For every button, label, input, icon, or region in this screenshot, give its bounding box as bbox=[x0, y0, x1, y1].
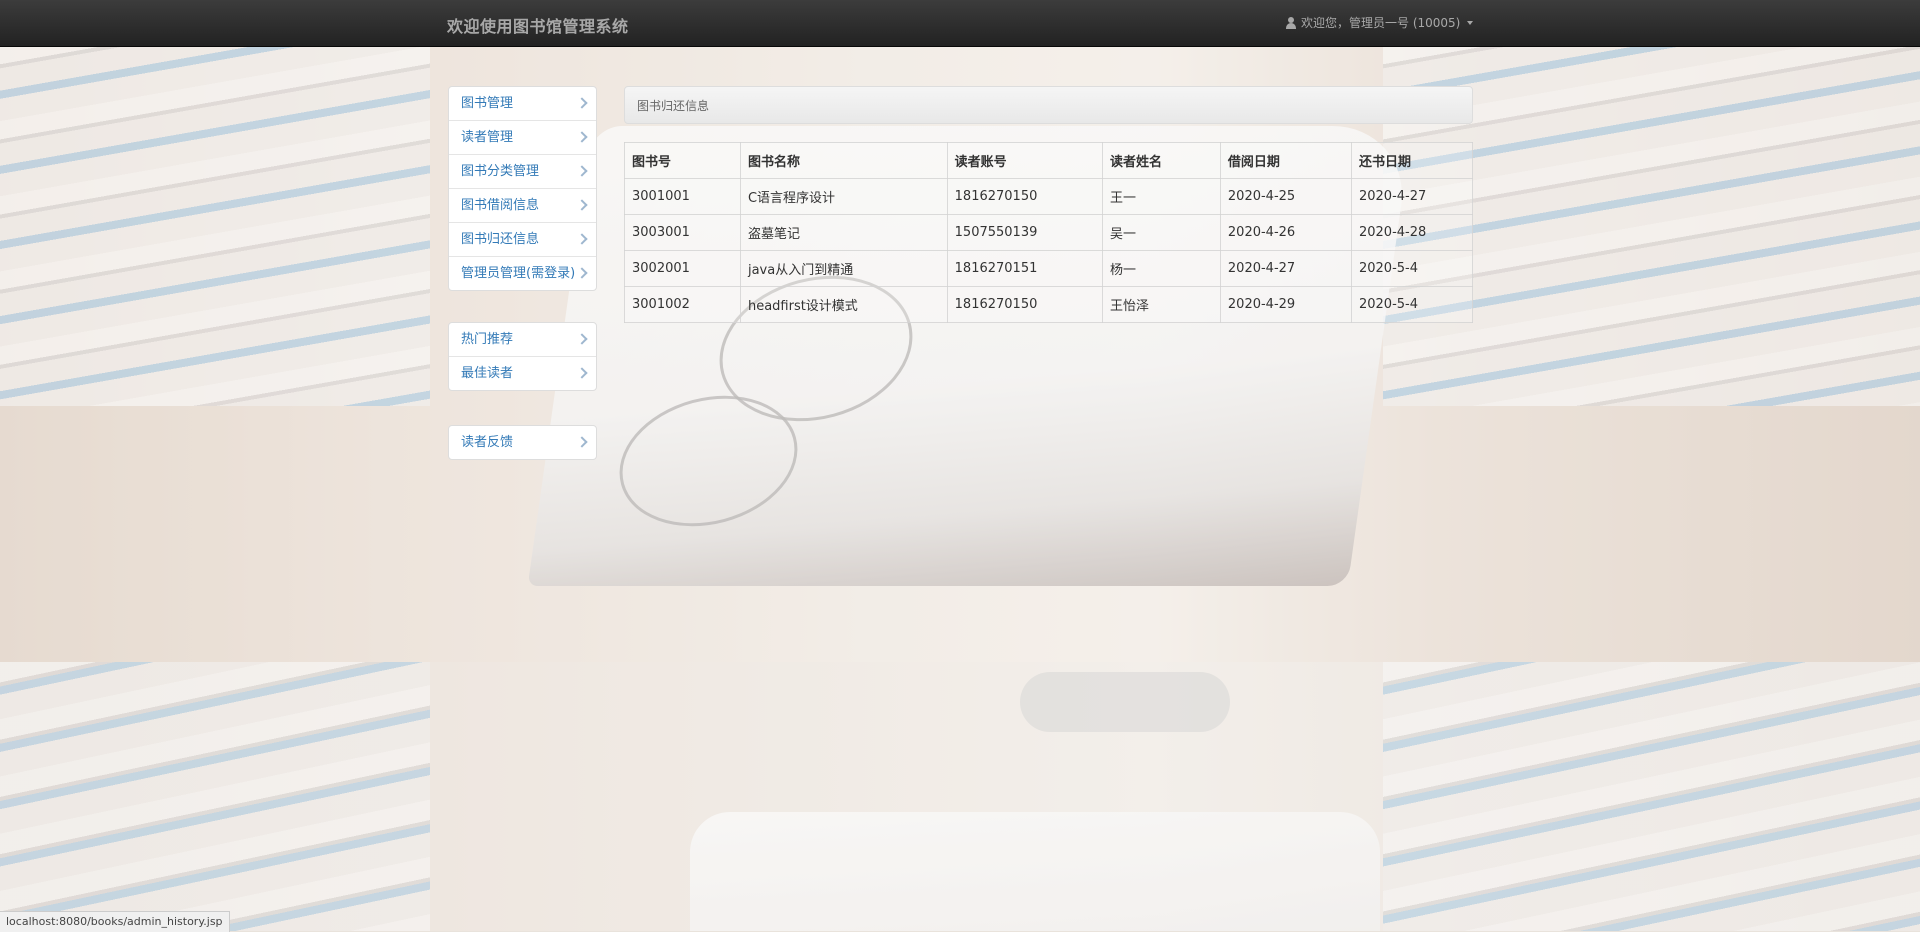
cell-reader-name: 王一 bbox=[1101, 178, 1221, 215]
cell-reader-account: 1816270150 bbox=[946, 286, 1103, 323]
user-icon bbox=[1285, 16, 1297, 29]
chevron-right-icon bbox=[576, 199, 588, 211]
caret-down-icon bbox=[1467, 20, 1474, 25]
sidebar-group-feedback: 读者反馈 bbox=[448, 425, 597, 460]
sidebar-group-recommend: 热门推荐 最佳读者 bbox=[448, 322, 597, 391]
sidebar-item-borrow-info[interactable]: 图书借阅信息 bbox=[449, 188, 596, 222]
cell-reader-account: 1507550139 bbox=[946, 214, 1103, 251]
chevron-right-icon bbox=[576, 267, 588, 279]
sidebar-item-best-reader[interactable]: 最佳读者 bbox=[449, 356, 596, 390]
panel-title: 图书归还信息 bbox=[637, 99, 710, 113]
cell-reader-name: 王怡泽 bbox=[1101, 286, 1221, 323]
chevron-right-icon bbox=[576, 233, 588, 245]
cell-return-date: 2020-5-4 bbox=[1350, 286, 1474, 323]
cell-return-date: 2020-4-28 bbox=[1350, 214, 1474, 251]
cell-book-name: java从入门到精通 bbox=[739, 250, 948, 287]
cell-book-id: 3002001 bbox=[624, 250, 741, 287]
chevron-right-icon bbox=[576, 367, 588, 379]
user-greeting: 欢迎您，管理员一号 (10005) bbox=[1301, 16, 1461, 30]
cell-borrow-date: 2020-4-27 bbox=[1219, 250, 1352, 287]
cell-book-name: C语言程序设计 bbox=[739, 178, 948, 215]
chevron-right-icon bbox=[576, 436, 588, 448]
column-header-borrow-date: 借阅日期 bbox=[1219, 142, 1352, 179]
sidebar-item-reader-management[interactable]: 读者管理 bbox=[449, 120, 596, 154]
chevron-right-icon bbox=[576, 165, 588, 177]
return-records-table: 图书号 图书名称 读者账号 读者姓名 借阅日期 还书日期 3001001 C语言… bbox=[624, 142, 1474, 323]
cell-borrow-date: 2020-4-29 bbox=[1219, 286, 1352, 323]
column-header-reader-account: 读者账号 bbox=[946, 142, 1103, 179]
cell-book-name: 盗墓笔记 bbox=[739, 214, 948, 251]
user-dropdown[interactable]: 欢迎您，管理员一号 (10005) bbox=[1285, 14, 1474, 31]
column-header-book-name: 图书名称 bbox=[739, 142, 948, 179]
column-header-book-id: 图书号 bbox=[624, 142, 741, 179]
cell-book-id: 3003001 bbox=[624, 214, 741, 251]
cell-reader-name: 杨一 bbox=[1101, 250, 1221, 287]
cell-reader-name: 吴一 bbox=[1101, 214, 1221, 251]
table-row: 3001002 headfirst设计模式 1816270150 王怡泽 202… bbox=[624, 286, 1474, 323]
panel-heading: 图书归还信息 bbox=[624, 86, 1473, 124]
column-header-reader-name: 读者姓名 bbox=[1101, 142, 1221, 179]
sidebar-item-admin-management[interactable]: 管理员管理(需登录) bbox=[449, 256, 596, 290]
cell-return-date: 2020-4-27 bbox=[1350, 178, 1474, 215]
sidebar-group-management: 图书管理 读者管理 图书分类管理 图书借阅信息 图书归还信息 管理员管理(需登录… bbox=[448, 86, 597, 291]
sidebar-item-reader-feedback[interactable]: 读者反馈 bbox=[449, 426, 596, 459]
cell-reader-account: 1816270150 bbox=[946, 178, 1103, 215]
cell-reader-account: 1816270151 bbox=[946, 250, 1103, 287]
sidebar-item-book-management[interactable]: 图书管理 bbox=[449, 87, 596, 120]
cell-borrow-date: 2020-4-26 bbox=[1219, 214, 1352, 251]
browser-status-url: localhost:8080/books/admin_history.jsp bbox=[0, 911, 230, 932]
cell-book-id: 3001002 bbox=[624, 286, 741, 323]
sidebar-item-return-info[interactable]: 图书归还信息 bbox=[449, 222, 596, 256]
top-navbar: 欢迎使用图书馆管理系统 欢迎您，管理员一号 (10005) bbox=[0, 0, 1920, 47]
table-row: 3003001 盗墓笔记 1507550139 吴一 2020-4-26 202… bbox=[624, 214, 1474, 251]
cell-book-name: headfirst设计模式 bbox=[739, 286, 948, 323]
cell-book-id: 3001001 bbox=[624, 178, 741, 215]
chevron-right-icon bbox=[576, 333, 588, 345]
table-header-row: 图书号 图书名称 读者账号 读者姓名 借阅日期 还书日期 bbox=[624, 142, 1474, 179]
brand-title[interactable]: 欢迎使用图书馆管理系统 bbox=[447, 13, 629, 37]
chevron-right-icon bbox=[576, 131, 588, 143]
table-row: 3002001 java从入门到精通 1816270151 杨一 2020-4-… bbox=[624, 250, 1474, 287]
cell-borrow-date: 2020-4-25 bbox=[1219, 178, 1352, 215]
table-row: 3001001 C语言程序设计 1816270150 王一 2020-4-25 … bbox=[624, 178, 1474, 215]
column-header-return-date: 还书日期 bbox=[1350, 142, 1474, 179]
cell-return-date: 2020-5-4 bbox=[1350, 250, 1474, 287]
sidebar-item-hot-recommend[interactable]: 热门推荐 bbox=[449, 323, 596, 356]
chevron-right-icon bbox=[576, 97, 588, 109]
sidebar-item-category-management[interactable]: 图书分类管理 bbox=[449, 154, 596, 188]
